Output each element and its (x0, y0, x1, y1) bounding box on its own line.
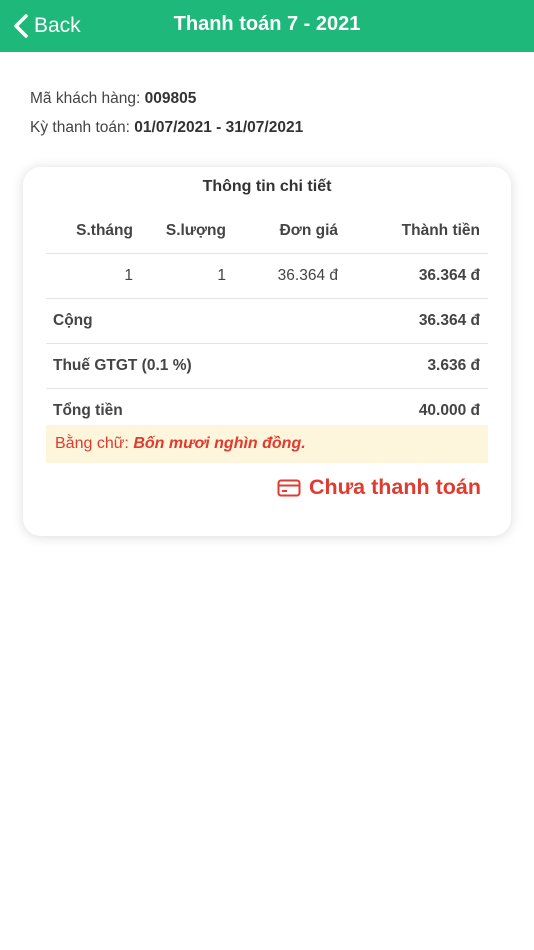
cell-quantity: 1 (133, 253, 227, 299)
detail-card: Thông tin chi tiết S.tháng S.lượng Đơn g… (23, 167, 511, 536)
payment-status-label: Chưa thanh toán (308, 475, 481, 499)
amount-in-words: Bằng chữ: Bốn mươi nghìn đồng. (46, 425, 488, 463)
col-unit-price: Đơn giá (279, 222, 338, 239)
amount-in-words-label: Bằng chữ: (55, 435, 134, 452)
col-quantity: S.lượng (165, 222, 226, 239)
table-header: S.tháng S.lượng Đơn giá Thành tiền (46, 209, 488, 254)
col-months: S.tháng (76, 222, 133, 239)
app-header: Back Thanh toán 7 - 2021 (0, 0, 534, 52)
billing-period-label: Kỳ thanh toán: (30, 119, 135, 136)
detail-table: S.tháng S.lượng Đơn giá Thành tiền 1 1 3… (46, 209, 488, 433)
subtotal-value: 36.364 đ (339, 298, 488, 344)
cell-unit-price: 36.364 đ (227, 253, 339, 299)
card-title: Thông tin chi tiết (202, 178, 332, 195)
tax-value: 3.636 đ (339, 343, 488, 389)
customer-code-row: Mã khách hàng: 009805 (30, 84, 534, 113)
credit-card-icon (277, 479, 301, 496)
billing-period-row: Kỳ thanh toán: 01/07/2021 - 31/07/2021 (30, 113, 534, 142)
customer-code-label: Mã khách hàng: (30, 90, 145, 107)
billing-period-value: 01/07/2021 - 31/07/2021 (134, 119, 304, 136)
tax-row: Thuế GTGT (0.1 %) 3.636 đ (46, 343, 488, 389)
payment-status: Chưa thanh toán (277, 475, 481, 500)
customer-code-value: 009805 (144, 90, 197, 107)
subtotal-label: Cộng (46, 298, 339, 344)
page-title: Thanh toán 7 - 2021 (173, 13, 361, 35)
cell-amount: 36.364 đ (339, 253, 488, 299)
col-amount: Thành tiền (401, 222, 480, 239)
tax-label: Thuế GTGT (0.1 %) (46, 343, 339, 389)
table-row: 1 1 36.364 đ 36.364 đ (46, 253, 488, 299)
cell-months: 1 (46, 253, 133, 299)
billing-info: Mã khách hàng: 009805 Kỳ thanh toán: 01/… (0, 52, 534, 142)
amount-in-words-value: Bốn mươi nghìn đồng. (133, 435, 306, 452)
subtotal-row: Cộng 36.364 đ (46, 298, 488, 344)
